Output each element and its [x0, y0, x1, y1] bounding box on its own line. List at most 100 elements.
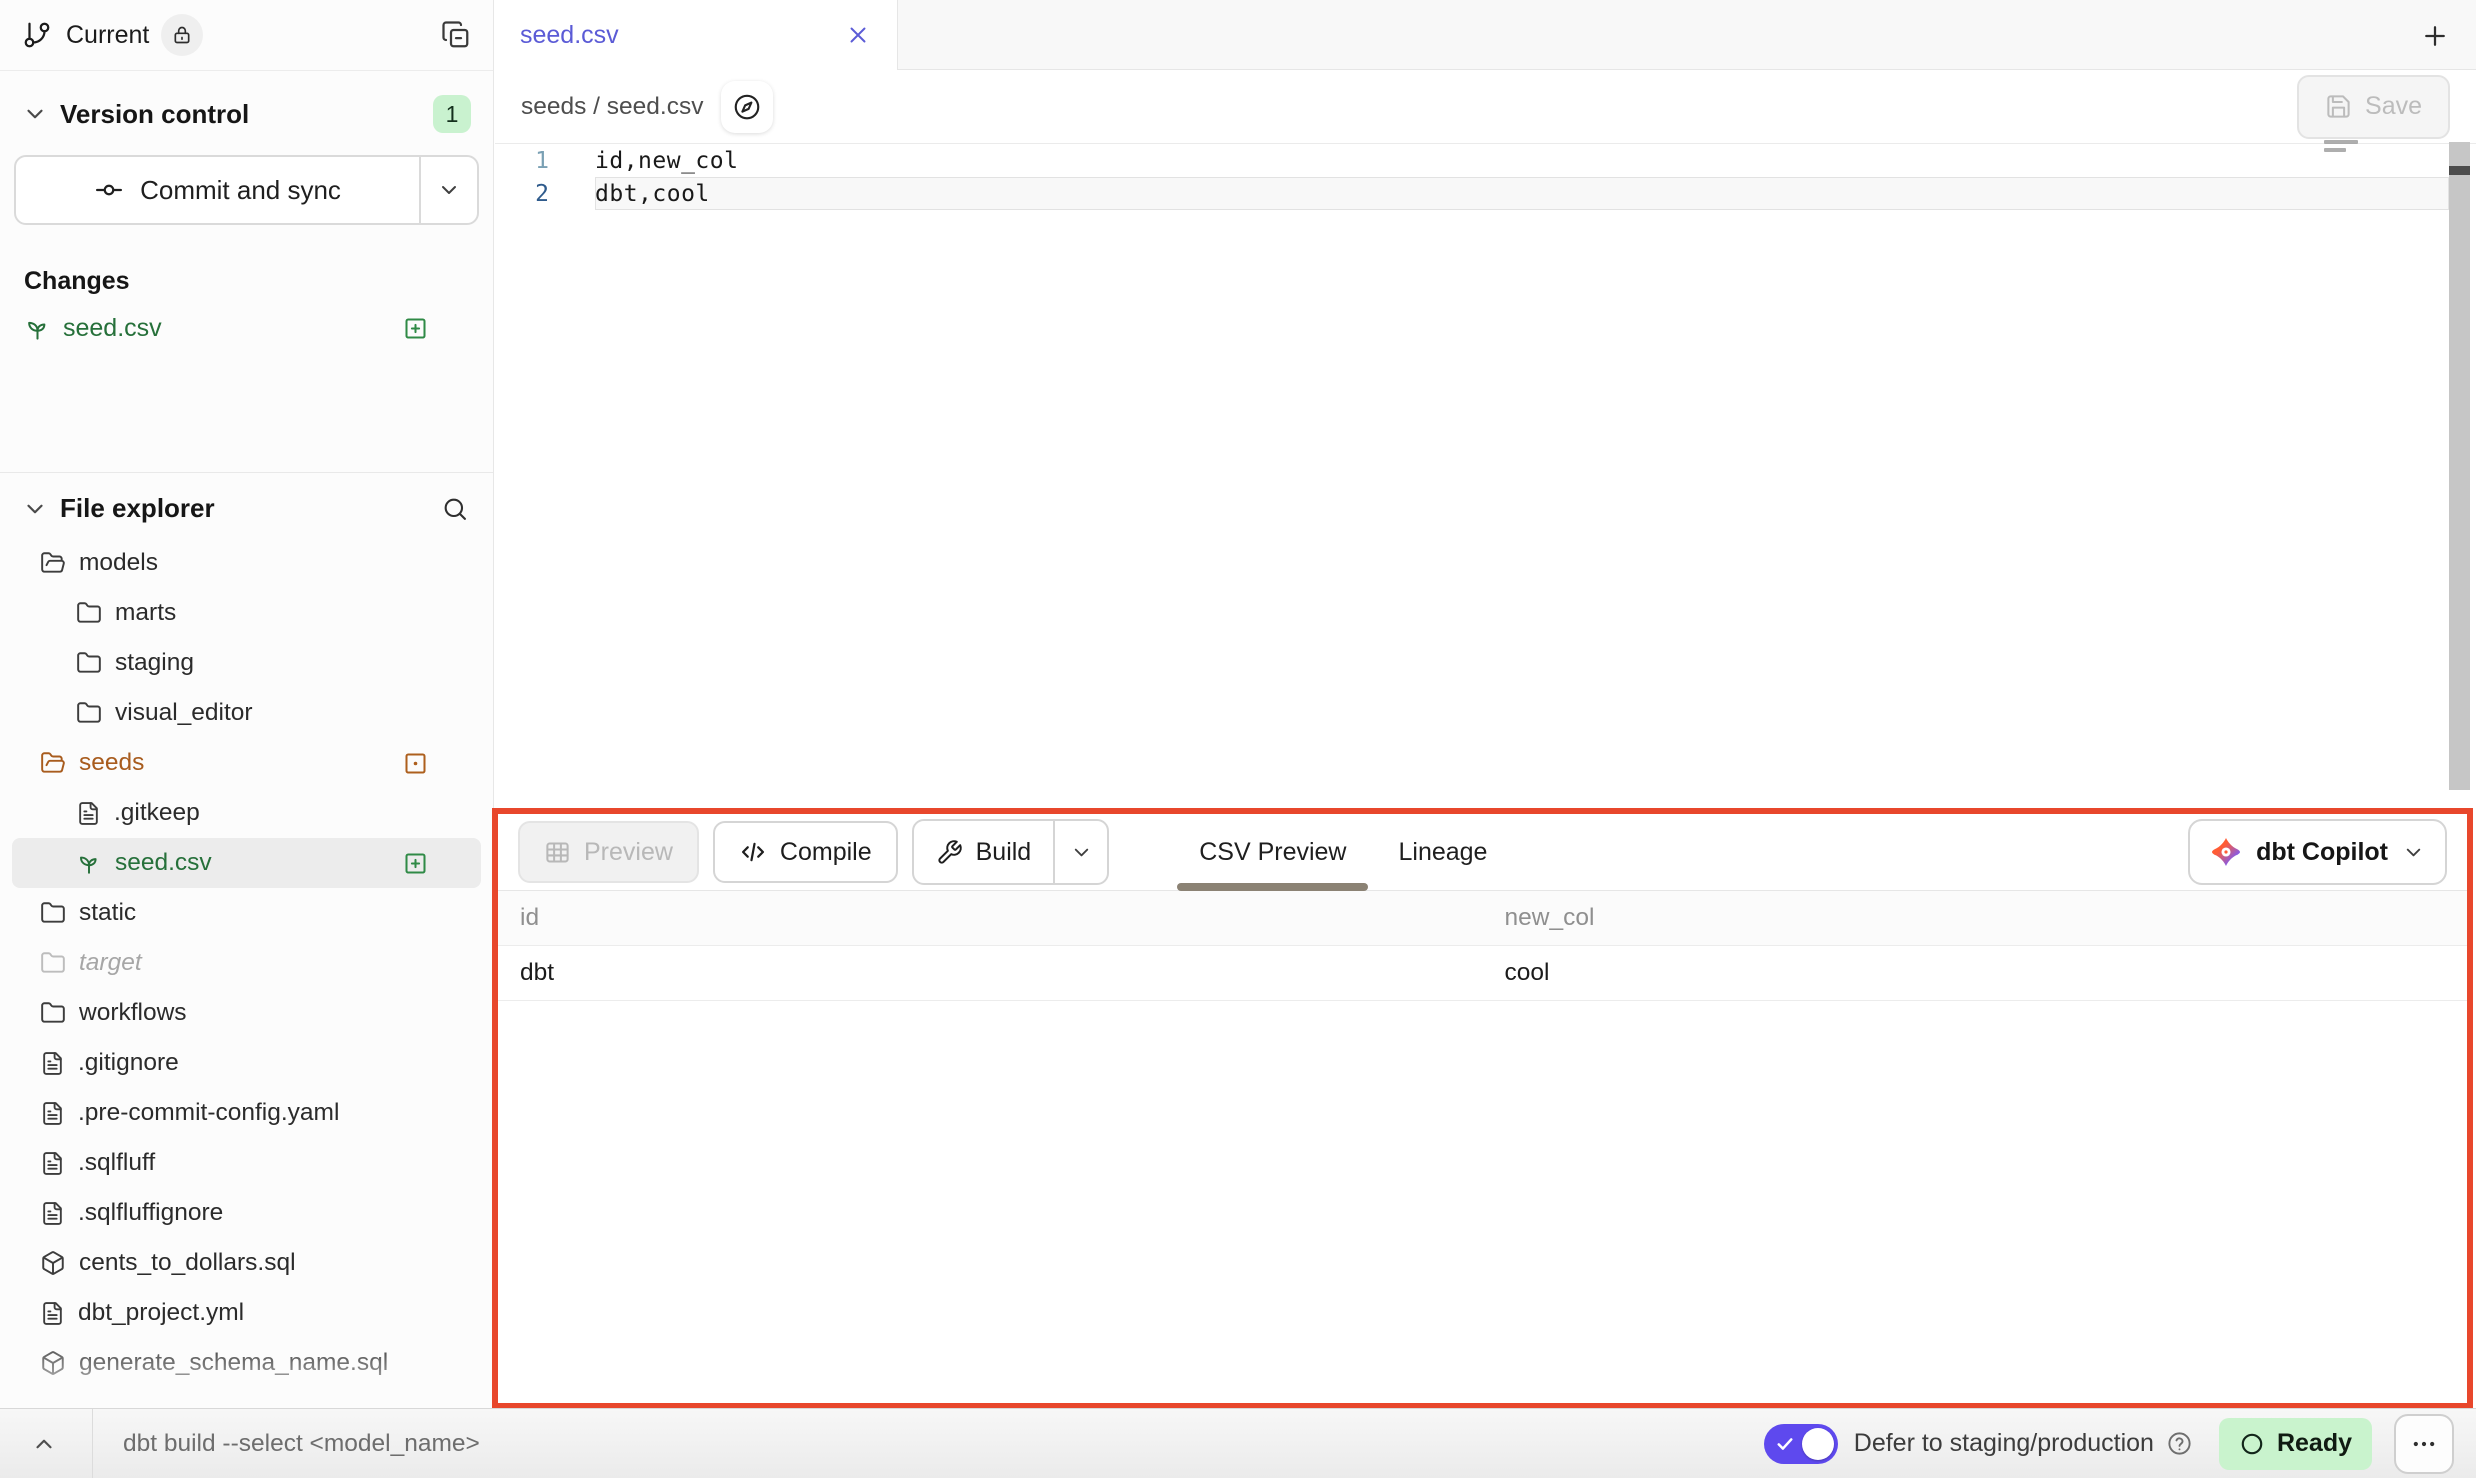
tab-label: seed.csv: [520, 21, 619, 50]
copy-icon[interactable]: [441, 20, 471, 50]
file-explorer-item-visual-editor[interactable]: visual_editor: [12, 688, 481, 738]
model-icon: [40, 1250, 66, 1276]
column-header: new_col: [1483, 904, 2468, 932]
version-control-header[interactable]: Version control 1: [0, 71, 493, 143]
help-icon[interactable]: [2166, 1430, 2193, 1457]
table-row[interactable]: dbt cool: [498, 946, 2467, 1001]
model-icon: [40, 1350, 66, 1376]
file-explorer-item-models[interactable]: models: [12, 538, 481, 588]
file-icon: [40, 1101, 65, 1126]
editor-scrollbar[interactable]: [2449, 142, 2470, 790]
file-explorer-item--sqlfluff[interactable]: .sqlfluff: [12, 1138, 481, 1188]
file-name: generate_schema_name.sql: [79, 1349, 388, 1377]
compile-label: Compile: [780, 838, 872, 867]
folder-icon: [76, 700, 102, 726]
chevron-down-icon: [22, 101, 48, 127]
branch-name: Current: [66, 21, 149, 50]
git-commit-icon: [94, 175, 124, 205]
close-icon[interactable]: [845, 22, 871, 48]
file-name: target: [79, 949, 142, 977]
tab-lineage[interactable]: Lineage: [1372, 814, 1513, 890]
check-icon: [1775, 1434, 1795, 1454]
editor-line-active[interactable]: 2 dbt,cool: [495, 177, 2476, 210]
seedling-icon: [24, 315, 51, 342]
preview-label: Preview: [584, 838, 673, 867]
command-input[interactable]: dbt build --select <model_name>: [123, 1430, 1764, 1458]
file-explorer-item--sqlfluffignore[interactable]: .sqlfluffignore: [12, 1188, 481, 1238]
save-icon: [2325, 93, 2352, 120]
build-options-caret[interactable]: [1053, 821, 1107, 883]
ellipsis-icon: [2410, 1430, 2438, 1458]
lock-icon: [172, 25, 192, 45]
more-options-button[interactable]: [2394, 1414, 2454, 1474]
folder-icon: [40, 1000, 66, 1026]
file-explorer-item-workflows[interactable]: workflows: [12, 988, 481, 1038]
line-number: 1: [495, 148, 595, 174]
file-explorer-item-marts[interactable]: marts: [12, 588, 481, 638]
editor-minimap: [2324, 140, 2358, 156]
file-explorer-item--pre-commit-config-yaml[interactable]: .pre-commit-config.yaml: [12, 1088, 481, 1138]
changes-section-label: Changes: [24, 267, 493, 296]
collapse-panel-button[interactable]: [22, 1431, 66, 1457]
file-explorer-item--gitignore[interactable]: .gitignore: [12, 1038, 481, 1088]
file-explorer-item-seed-csv[interactable]: seed.csv: [12, 838, 481, 888]
navigate-compass-button[interactable]: [721, 81, 773, 133]
folder-icon: [40, 900, 66, 926]
file-explorer-item--gitkeep[interactable]: .gitkeep: [12, 788, 481, 838]
file-name: staging: [115, 649, 194, 677]
file-explorer-item-generate-schema-name-sql[interactable]: generate_schema_name.sql: [12, 1338, 481, 1388]
compile-button[interactable]: Compile: [713, 821, 898, 883]
file-explorer-item-staging[interactable]: staging: [12, 638, 481, 688]
commit-and-sync-main[interactable]: Commit and sync: [16, 157, 419, 223]
line-number: 2: [495, 181, 595, 207]
save-button[interactable]: Save: [2297, 75, 2450, 139]
status-bar: dbt build --select <model_name> Defer to…: [0, 1408, 2476, 1478]
file-explorer-item-seeds[interactable]: seeds: [12, 738, 481, 788]
added-plus-icon: [402, 850, 429, 877]
dbt-copilot-button[interactable]: dbt Copilot: [2188, 819, 2447, 885]
build-button[interactable]: Build: [914, 821, 1054, 883]
file-explorer-header[interactable]: File explorer: [0, 473, 493, 532]
editor-line[interactable]: 1 id,new_col: [495, 144, 2476, 177]
status-circle-icon: [2239, 1431, 2265, 1457]
file-icon: [40, 1151, 65, 1176]
file-explorer-item-static[interactable]: static: [12, 888, 481, 938]
file-name: .gitkeep: [114, 799, 200, 827]
line-text: dbt,cool: [595, 181, 710, 207]
table-header-row: id new_col: [498, 891, 2467, 946]
active-line-highlight: [595, 177, 2449, 210]
file-explorer-item-cents-to-dollars-sql[interactable]: cents_to_dollars.sql: [12, 1238, 481, 1288]
stage-file-plus-icon[interactable]: [402, 315, 429, 342]
file-explorer-list: modelsmarts staging visual_editorseeds .git…: [0, 538, 493, 1388]
new-tab-button[interactable]: [2412, 13, 2458, 59]
preview-button[interactable]: Preview: [518, 821, 699, 883]
defer-toggle[interactable]: [1764, 1424, 1838, 1464]
file-explorer-item-dbt-project-yml[interactable]: dbt_project.yml: [12, 1288, 481, 1338]
dbt-logo-icon: [2210, 836, 2242, 868]
tab-csv-preview[interactable]: CSV Preview: [1173, 814, 1372, 890]
table-cell: dbt: [498, 959, 1483, 987]
folder-open-icon: [40, 550, 66, 576]
file-name: .sqlfluff: [78, 1149, 155, 1177]
branch-bar: Current: [0, 0, 493, 71]
changed-file-row[interactable]: seed.csv: [0, 302, 493, 354]
defer-label: Defer to staging/production: [1854, 1429, 2154, 1458]
commit-options-caret[interactable]: [419, 157, 477, 223]
toggle-knob: [1802, 1428, 1834, 1460]
csv-preview-tab-label: CSV Preview: [1199, 838, 1346, 867]
file-explorer-item-target[interactable]: target: [12, 938, 481, 988]
save-label: Save: [2365, 92, 2422, 121]
folder-icon: [40, 950, 66, 976]
chevron-up-icon: [31, 1431, 57, 1457]
code-editor[interactable]: 1 id,new_col 2 dbt,cool: [495, 144, 2476, 808]
commit-and-sync-button: Commit and sync: [14, 155, 479, 225]
file-name: workflows: [79, 999, 187, 1027]
file-name: seeds: [79, 749, 144, 777]
file-name: .pre-commit-config.yaml: [78, 1099, 339, 1127]
file-name: static: [79, 899, 136, 927]
changes-count-badge: 1: [433, 95, 471, 133]
divider: [92, 1409, 93, 1478]
tab-seed-csv[interactable]: seed.csv: [494, 0, 898, 70]
code-icon: [739, 838, 767, 866]
search-icon[interactable]: [441, 495, 469, 523]
